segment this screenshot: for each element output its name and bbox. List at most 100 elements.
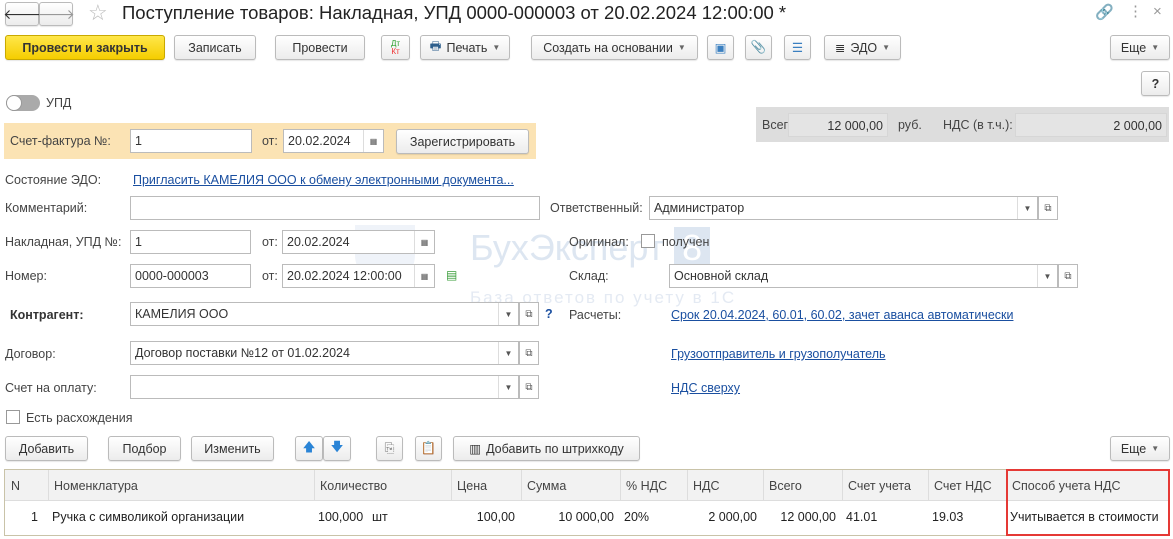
calendar-icon[interactable]: ▦ [363,130,383,152]
column-header[interactable]: Всего [769,479,838,493]
column-divider [687,470,688,501]
column-header[interactable]: Сумма [527,479,616,493]
calendar-icon[interactable]: ▦ [414,265,434,287]
post-and-close-button[interactable]: Провести и закрыть [5,35,165,60]
warehouse-label: Склад: [569,269,609,283]
chevron-down-icon[interactable]: ▼ [498,303,518,325]
number-label: Номер: [5,269,47,283]
move-up-icon[interactable]: 🡅 [295,436,323,461]
printer-icon: 🖶 [429,39,442,53]
list-icon[interactable]: ☰ [784,35,811,60]
table-cell-vat_account[interactable]: 19.03 [932,510,1000,524]
column-header[interactable]: Цена [457,479,517,493]
table-cell-item[interactable]: Ручка с символикой организации [52,510,308,524]
payment-invoice-input[interactable]: ▼ [130,375,519,399]
create-based-on-button[interactable]: Создать на основании ▼ [531,35,698,60]
edo-button[interactable]: ≣ ЭДО ▼ [824,35,901,60]
help-button[interactable]: ? [1141,71,1170,96]
column-divider [928,470,929,501]
forward-button[interactable]: 🡒 [37,2,75,26]
settlements-link[interactable]: Срок 20.04.2024, 60.01, 60.02, зачет ава… [671,308,1013,322]
original-label: Оригинал: [569,235,629,249]
table-cell-total[interactable]: 12 000,00 [767,510,836,524]
more-vert-icon[interactable]: ⋮ [1128,2,1143,20]
table-cell-qty[interactable]: 100,000 [318,510,378,524]
arrow-left-icon: 🡐 [3,5,41,22]
vat-on-top-link[interactable]: НДС сверху [671,381,740,395]
chevron-down-icon[interactable]: ▼ [1017,197,1037,219]
table-cell-price[interactable]: 100,00 [455,510,515,524]
move-down-icon[interactable]: 🡇 [323,436,351,461]
payment-invoice-label: Счет на оплату: [5,381,97,395]
edit-button[interactable]: Изменить [191,436,274,461]
structure-icon[interactable]: ▣ [707,35,734,60]
calendar-icon[interactable]: ▦ [414,231,434,253]
counterparty-input[interactable]: КАМЕЛИЯ ООО ▼ [130,302,519,326]
shipper-link[interactable]: Грузоотправитель и грузополучатель [671,347,886,361]
open-icon[interactable]: ⧉ [1038,196,1058,220]
chevron-down-icon: ▼ [1151,43,1160,52]
column-header[interactable]: НДС [693,479,759,493]
copy-icon[interactable]: ⎘ [376,436,403,461]
table-cell-vat_rate[interactable]: 20% [624,510,681,524]
column-header[interactable]: Счет НДС [934,479,1002,493]
post-button[interactable]: Провести [275,35,365,60]
document-check-icon[interactable]: ▤ [446,268,457,282]
link-icon[interactable]: 🔗 [1095,3,1114,21]
add-by-barcode-button[interactable]: ▥ Добавить по штрихкоду [453,436,640,461]
column-header[interactable]: % НДС [626,479,683,493]
print-button[interactable]: 🖶 Печать ▼ [420,35,510,60]
invoice-date-input[interactable]: 20.02.2024 ▦ [283,129,384,153]
open-icon[interactable]: ⧉ [519,341,539,365]
chevron-down-icon[interactable]: ▼ [498,342,518,364]
table-cell-unit: шт [372,510,388,524]
waybill-number-input[interactable]: 1 [130,230,251,254]
number-input[interactable]: 0000-000003 [130,264,251,288]
back-button[interactable]: 🡐 [3,2,41,26]
waybill-from-label: от: [262,235,278,249]
edo-invite-link[interactable]: Пригласить КАМЕЛИЯ ООО к обмену электрон… [133,173,514,187]
counterparty-help[interactable]: ? [545,307,553,321]
invoice-number-input[interactable]: 1 [130,129,252,153]
paperclip-icon[interactable]: 📎 [745,35,772,60]
column-header[interactable]: Счет учета [848,479,924,493]
open-icon[interactable]: ⧉ [1058,264,1078,288]
dt-kt-button[interactable]: Дт Кт [381,35,410,60]
column-header[interactable]: N [11,479,44,493]
column-header[interactable]: Номенклатура [54,479,310,493]
warehouse-input[interactable]: Основной склад ▼ [669,264,1058,288]
more-button[interactable]: Еще ▼ [1110,35,1170,60]
add-button[interactable]: Добавить [5,436,88,461]
paste-icon[interactable]: 📋 [415,436,442,461]
original-checkbox[interactable] [641,234,655,248]
open-icon[interactable]: ⧉ [519,302,539,326]
waybill-date-input[interactable]: 20.02.2024 ▦ [282,230,435,254]
responsible-input[interactable]: Администратор ▼ [649,196,1038,220]
chevron-down-icon[interactable]: ▼ [498,376,518,398]
close-icon[interactable]: × [1153,3,1162,20]
waybill-label: Накладная, УПД №: [5,235,122,249]
star-icon[interactable]: ☆ [88,0,108,26]
comment-input[interactable] [130,196,540,220]
table-cell-sum[interactable]: 10 000,00 [525,510,614,524]
chevron-down-icon[interactable]: ▼ [1037,265,1057,287]
number-date-input[interactable]: 20.02.2024 12:00:00 ▦ [282,264,435,288]
register-button[interactable]: Зарегистрировать [396,129,529,154]
chevron-down-icon: ▼ [492,43,501,52]
total-value: 12 000,00 [788,113,888,137]
original-received-label: получен [662,235,710,249]
table-more-button[interactable]: Еще ▼ [1110,436,1170,461]
contract-input[interactable]: Договор поставки №12 от 01.02.2024 ▼ [130,341,519,365]
table-cell-account[interactable]: 41.01 [846,510,922,524]
settlements-label: Расчеты: [569,308,622,322]
discrepancies-checkbox[interactable] [6,410,20,424]
window-title: Поступление товаров: Накладная, УПД 0000… [122,2,787,23]
invoice-number-label: Счет-фактура №: [10,134,111,148]
upd-toggle[interactable] [6,95,40,111]
table-cell-vat[interactable]: 2 000,00 [691,510,757,524]
column-header[interactable]: Количество [320,479,447,493]
select-button[interactable]: Подбор [108,436,181,461]
save-button[interactable]: Записать [174,35,256,60]
table-cell-n[interactable]: 1 [5,510,38,524]
open-icon[interactable]: ⧉ [519,375,539,399]
